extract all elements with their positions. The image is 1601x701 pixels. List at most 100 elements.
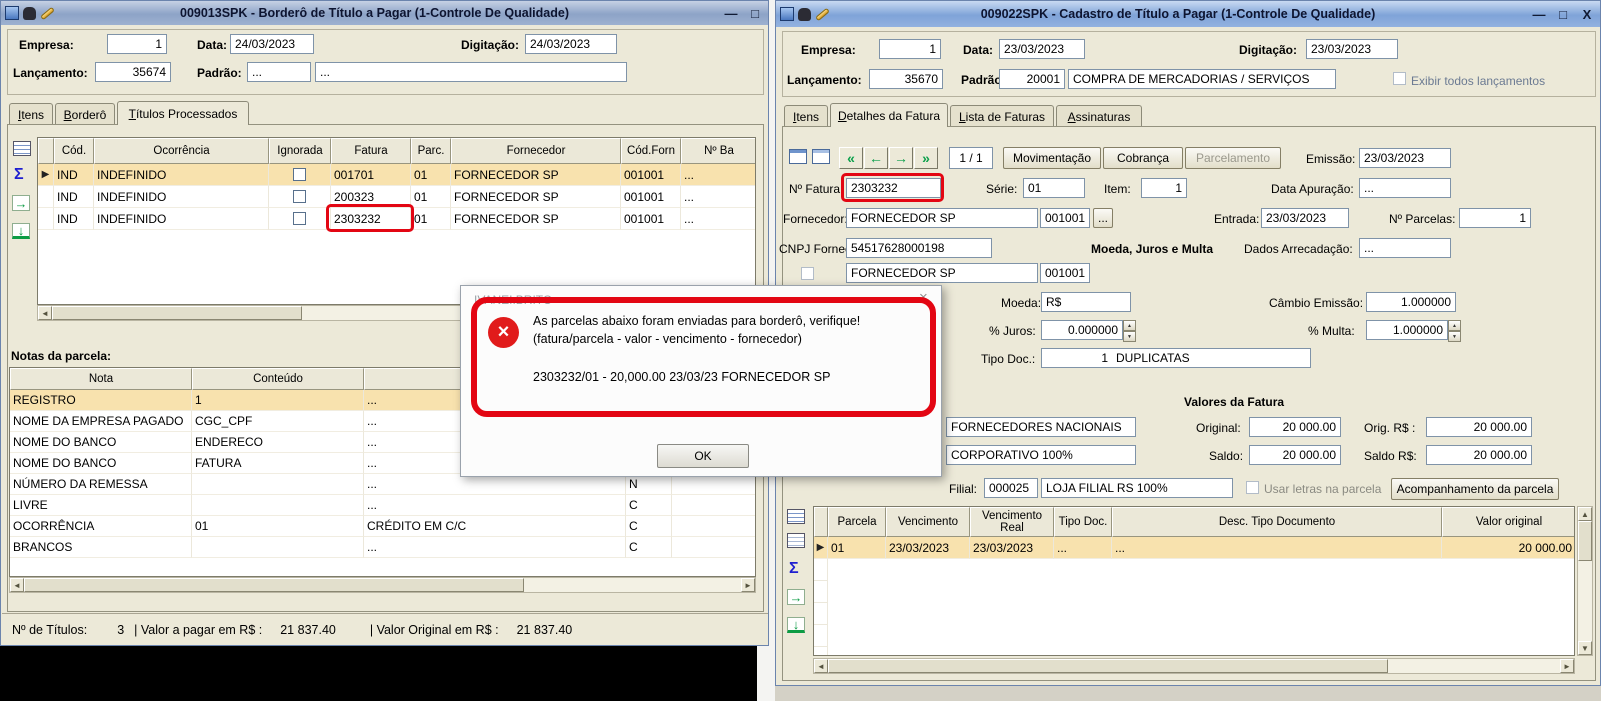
tab-itens[interactable]: Itens: [9, 103, 53, 125]
corporativo-field[interactable]: CORPORATIVO 100%: [946, 445, 1136, 465]
last-record-icon[interactable]: »: [914, 147, 938, 169]
fornecedor-browse-button[interactable]: ...: [1093, 208, 1113, 228]
ok-button[interactable]: OK: [657, 444, 749, 468]
scroll-right-icon[interactable]: ►: [1560, 659, 1574, 673]
titlebar-bordero[interactable]: 009013SPK - Borderô de Título a Pagar (1…: [1, 1, 768, 25]
sacado-field[interactable]: FORNECEDOR SP: [846, 263, 1038, 283]
filial-desc-field[interactable]: LOJA FILIAL RS 100%: [1041, 478, 1233, 498]
dados-arrecadacao-field[interactable]: ...: [1359, 238, 1451, 258]
empresa-field[interactable]: 1: [107, 34, 167, 54]
tab-itens[interactable]: Itens: [784, 105, 828, 127]
fornecedor-cod-field[interactable]: 001001: [1040, 208, 1090, 228]
col-header-vencimento[interactable]: Vencimento: [886, 507, 970, 537]
titlebar-cadastro[interactable]: 009022SPK - Cadastro de Título a Pagar (…: [776, 1, 1600, 27]
scrollbar-thumb[interactable]: [1578, 521, 1592, 561]
padrao-field[interactable]: 20001: [999, 69, 1065, 89]
tab-detalhes-fatura[interactable]: Detalhes da Fatura: [830, 103, 948, 127]
tab-assinaturas[interactable]: Assinaturas: [1056, 105, 1142, 127]
export-icon[interactable]: →: [787, 589, 805, 605]
scroll-left-icon[interactable]: ◄: [38, 306, 52, 320]
col-header-cod[interactable]: Cód.: [54, 138, 94, 164]
cobranca-button[interactable]: Cobrança: [1103, 147, 1183, 169]
prev-record-icon[interactable]: ←: [864, 147, 888, 169]
scroll-right-icon[interactable]: ►: [741, 578, 755, 592]
col-header-nota[interactable]: Nota: [10, 368, 192, 390]
multa-stepper[interactable]: ▲ ▼: [1448, 320, 1461, 342]
exibir-todos-checkbox[interactable]: [1393, 72, 1406, 85]
serie-field[interactable]: 01: [1023, 178, 1085, 198]
filial-field[interactable]: 000025: [984, 478, 1038, 498]
scrollbar-thumb[interactable]: [52, 306, 302, 320]
original-field[interactable]: 20 000.00: [1249, 417, 1341, 437]
col-header-fatura[interactable]: Fatura: [331, 138, 411, 164]
movimentacao-button[interactable]: Movimentação: [1003, 147, 1101, 169]
parcelas-hscrollbar[interactable]: ◄ ►: [813, 658, 1575, 674]
notas-grid-hscrollbar[interactable]: ◄ ►: [9, 577, 756, 593]
next-record-icon[interactable]: →: [889, 147, 913, 169]
parcelamento-button[interactable]: Parcelamento: [1185, 147, 1281, 169]
scroll-up-icon[interactable]: ▲: [1578, 507, 1592, 521]
download-icon[interactable]: ↓: [787, 617, 805, 633]
data-field[interactable]: 23/03/2023: [999, 39, 1085, 59]
padrao-desc-field[interactable]: ...: [315, 62, 627, 82]
digitacao-field[interactable]: 24/03/2023: [525, 34, 617, 54]
remove-row-icon[interactable]: [787, 533, 805, 548]
juros-field[interactable]: 0.000000: [1041, 320, 1123, 340]
entrada-field[interactable]: 23/03/2023: [1261, 208, 1349, 228]
table-row[interactable]: ▶ 01 23/03/2023 23/03/2023 ... ... 20 00…: [814, 537, 1574, 559]
scroll-down-icon[interactable]: ▼: [1578, 641, 1592, 655]
ignorada-checkbox[interactable]: [293, 168, 306, 181]
cnpj-field[interactable]: 54517628000198: [846, 238, 992, 258]
scroll-left-icon[interactable]: ◄: [10, 578, 24, 592]
obscured-row-checkbox[interactable]: [801, 267, 814, 280]
tipo-doc-field[interactable]: 1 DUPLICATAS: [1041, 348, 1311, 368]
maximize-button[interactable]: □: [1554, 5, 1572, 23]
sum-icon[interactable]: Σ: [14, 167, 24, 183]
ignorada-checkbox[interactable]: [293, 190, 306, 203]
table-row[interactable]: IND INDEFINIDO 200323 01 FORNECEDOR SP 0…: [38, 186, 755, 208]
col-header-ignorada[interactable]: Ignorada: [269, 138, 331, 164]
parcelas-vscrollbar[interactable]: ▲ ▼: [1577, 506, 1593, 656]
padrao-desc-field[interactable]: COMPRA DE MERCADORIAS / SERVIÇOS: [1068, 69, 1336, 89]
list-item[interactable]: BRANCOS ... C: [10, 537, 755, 558]
cambio-emissao-field[interactable]: 1.000000: [1366, 292, 1456, 312]
col-header-desc-tipo[interactable]: Desc. Tipo Documento: [1112, 507, 1442, 537]
grupo-field[interactable]: FORNECEDORES NACIONAIS: [946, 417, 1136, 437]
scrollbar-thumb[interactable]: [24, 578, 524, 592]
lancamento-field[interactable]: 35674: [95, 62, 171, 82]
col-header-nba[interactable]: Nº Ba: [681, 138, 755, 164]
moeda-field[interactable]: R$: [1041, 292, 1131, 312]
maximize-button[interactable]: □: [746, 4, 764, 22]
minimize-button[interactable]: —: [722, 4, 740, 22]
digitacao-field[interactable]: 23/03/2023: [1306, 39, 1398, 59]
table-row[interactable]: ▶ IND INDEFINIDO 001701 01 FORNECEDOR SP…: [38, 164, 755, 186]
empresa-field[interactable]: 1: [879, 39, 941, 59]
padrao-field[interactable]: ...: [247, 62, 311, 82]
lancamento-field[interactable]: 35670: [869, 69, 943, 89]
dialog-close-icon[interactable]: ×: [919, 290, 928, 305]
col-header-ocorrencia[interactable]: Ocorrência: [94, 138, 269, 164]
list-item[interactable]: OCORRÊNCIA 01 CRÉDITO EM C/C C: [10, 516, 755, 537]
scroll-left-icon[interactable]: ◄: [814, 659, 828, 673]
col-header-codforn[interactable]: Cód.Forn: [621, 138, 681, 164]
col-header-valor-original[interactable]: Valor original: [1442, 507, 1574, 537]
col-header-tipo-doc[interactable]: Tipo Doc.: [1054, 507, 1112, 537]
add-row-icon[interactable]: [787, 509, 805, 524]
multa-field[interactable]: 1.000000: [1366, 320, 1448, 340]
ignorada-checkbox[interactable]: [293, 212, 306, 225]
sum-icon[interactable]: Σ: [789, 561, 799, 577]
usar-letras-checkbox[interactable]: [1246, 481, 1259, 494]
saldo-rs-field[interactable]: 20 000.00: [1426, 445, 1532, 465]
saldo-field[interactable]: 20 000.00: [1249, 445, 1341, 465]
scrollbar-thumb[interactable]: [828, 659, 1388, 673]
list-item[interactable]: NÚMERO DA REMESSA ... N: [10, 474, 755, 495]
orig-rs-field[interactable]: 20 000.00: [1426, 417, 1532, 437]
item-field[interactable]: 1: [1141, 178, 1187, 198]
minimize-button[interactable]: —: [1530, 5, 1548, 23]
list-item[interactable]: LIVRE ... C: [10, 495, 755, 516]
emissao-field[interactable]: 23/03/2023: [1359, 148, 1451, 168]
juros-stepper[interactable]: ▲ ▼: [1123, 320, 1136, 342]
tab-bordero[interactable]: Borderô: [55, 103, 115, 125]
col-header-vencimento-real[interactable]: Vencimento Real: [970, 507, 1054, 537]
col-header-parc[interactable]: Parc.: [411, 138, 451, 164]
